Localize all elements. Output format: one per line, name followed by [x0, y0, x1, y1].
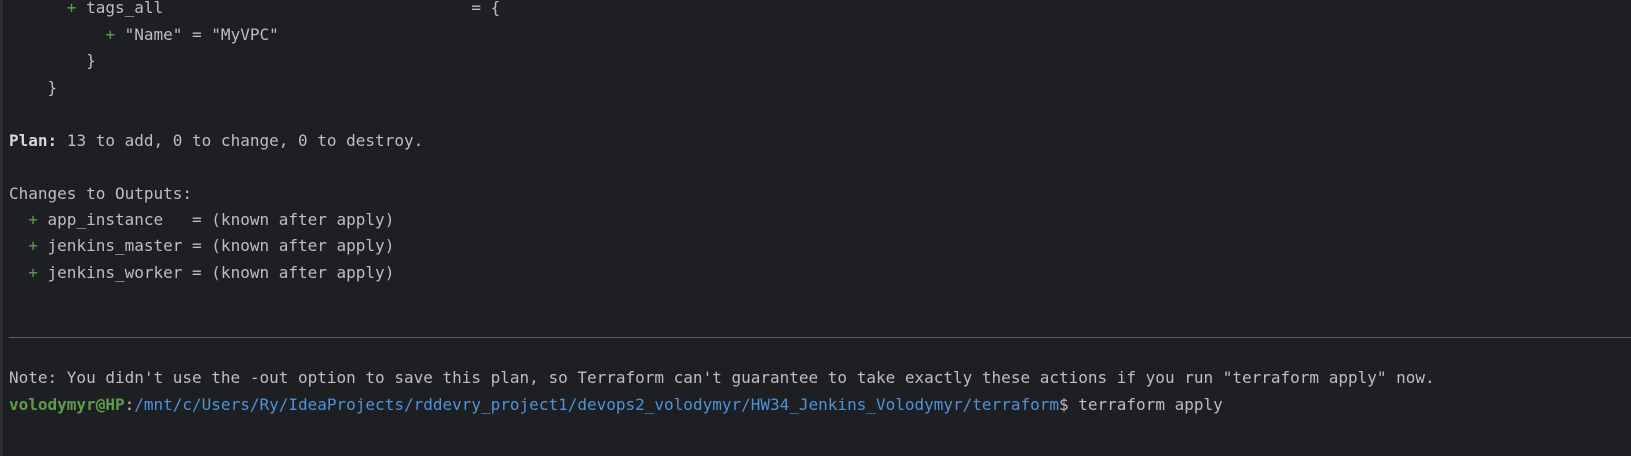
- code-line-close-brace-inner: }: [86, 51, 96, 70]
- prompt-path: /mnt/c/Users/Ry/IdeaProjects/rddevry_pro…: [134, 395, 1059, 414]
- prompt-user-host: volodymyr@HP: [9, 395, 125, 414]
- output-jenkins-worker: + jenkins_worker = (known after apply): [28, 263, 395, 282]
- prompt-separator: :: [124, 395, 135, 414]
- code-line-close-brace-outer: }: [47, 78, 58, 97]
- output-jenkins-master: + jenkins_master = (known after apply): [28, 236, 395, 255]
- shell-prompt[interactable]: volodymyr@HP:/mnt/c/Users/Ry/IdeaProject…: [9, 395, 1223, 415]
- plus-marker: +: [28, 263, 38, 282]
- plus-marker: +: [28, 236, 38, 255]
- code-line-name-tag: + "Name" = "MyVPC": [105, 25, 279, 44]
- prompt-symbol: $: [1058, 395, 1069, 414]
- plan-summary: Plan: 13 to add, 0 to change, 0 to destr…: [9, 131, 424, 150]
- horizontal-divider: [9, 337, 1631, 338]
- plus-marker: +: [28, 210, 38, 229]
- plan-label: Plan:: [9, 131, 58, 150]
- plus-marker: +: [66, 0, 77, 17]
- plus-marker: +: [105, 25, 115, 44]
- prompt-command[interactable]: terraform apply: [1069, 395, 1223, 414]
- terminal-gutter: [0, 0, 3, 456]
- output-app-instance: + app_instance = (known after apply): [28, 210, 395, 229]
- terraform-note: Note: You didn't use the -out option to …: [9, 368, 1435, 387]
- outputs-header: Changes to Outputs:: [9, 184, 193, 203]
- code-line-tags-all: + tags_all = {: [66, 0, 501, 17]
